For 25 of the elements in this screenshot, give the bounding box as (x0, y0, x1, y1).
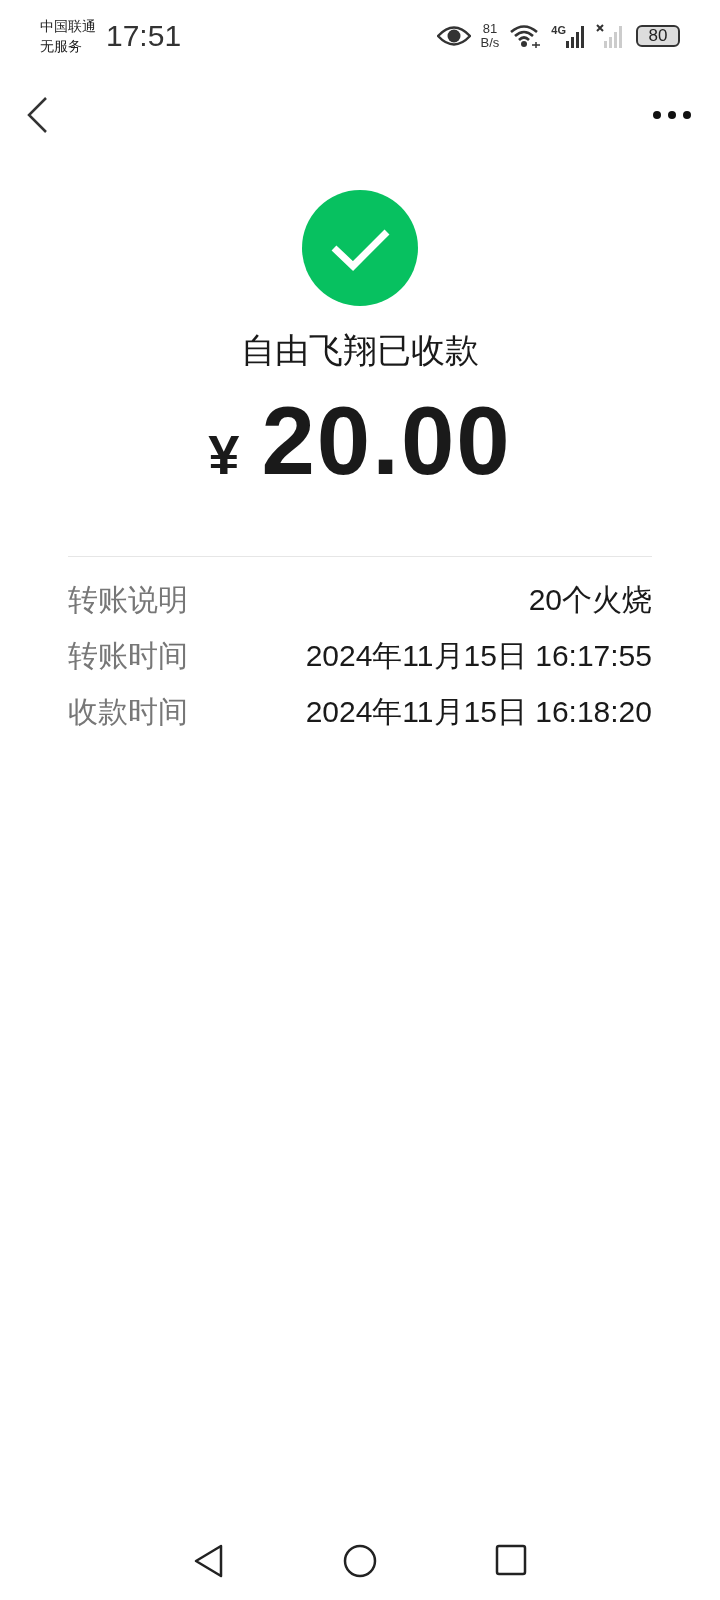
detail-value: 20个火烧 (528, 582, 652, 618)
detail-label: 收款时间 (68, 694, 188, 730)
clock-time: 17:51 (106, 19, 182, 53)
detail-value: 2024年11月15日 16:18:20 (305, 694, 652, 730)
battery-level: 80 (636, 25, 680, 47)
wifi-icon (509, 24, 542, 48)
speed-unit: B/s (480, 36, 500, 50)
network-speed: 81 (482, 22, 498, 36)
carrier-name: 中国联通 (40, 17, 96, 36)
detail-label: 转账说明 (68, 582, 188, 618)
payment-amount: 20.00 (261, 386, 512, 496)
service-status: 无服务 (40, 37, 83, 56)
back-icon[interactable] (26, 96, 48, 134)
more-icon[interactable] (652, 110, 692, 120)
success-check-icon (302, 190, 418, 306)
eye-icon (436, 25, 471, 47)
detail-value: 2024年11月15日 16:17:55 (305, 638, 652, 674)
back-triangle-icon[interactable] (193, 1544, 225, 1578)
network-type: 4G (551, 24, 566, 36)
payment-title: 自由飞翔已收款 (240, 330, 480, 371)
recent-apps-icon[interactable] (495, 1544, 527, 1576)
home-circle-icon[interactable] (343, 1544, 377, 1578)
detail-label: 转账时间 (68, 638, 188, 674)
currency-symbol: ¥ (208, 422, 240, 487)
signal-icon (566, 24, 586, 48)
